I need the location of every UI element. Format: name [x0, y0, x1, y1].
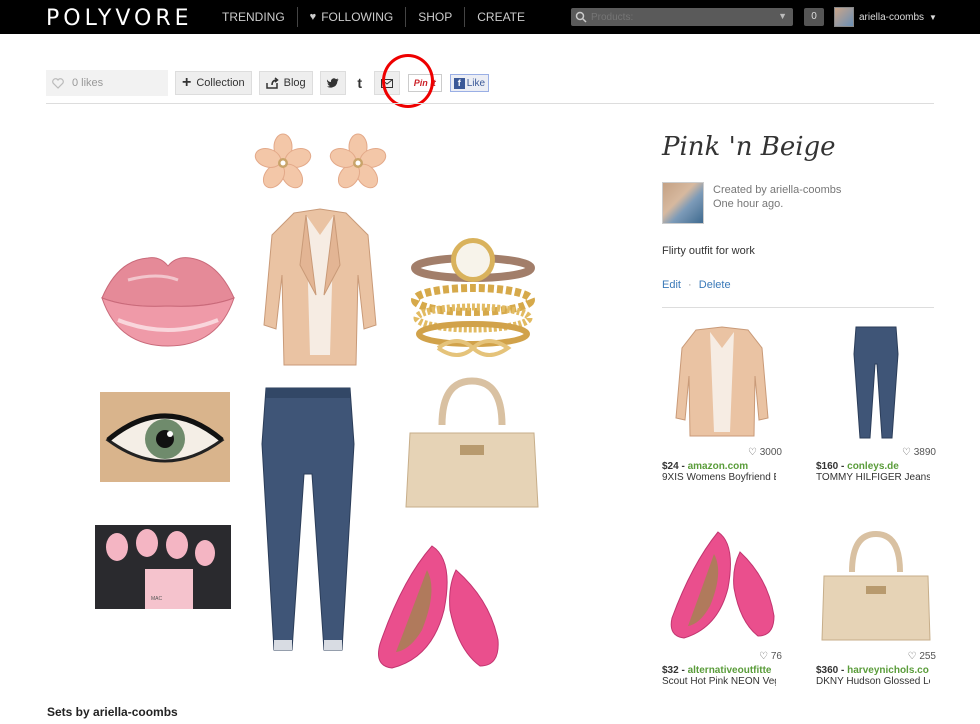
store-name: amazon.com	[687, 461, 749, 472]
like-button[interactable]: 0 likes	[46, 70, 168, 96]
product-like-count: 3000	[759, 447, 782, 458]
store-name: alternativeoutfitte	[687, 665, 772, 676]
action-bar: 0 likes + Collection Blog t Pin it f Lik…	[46, 70, 490, 96]
chevron-down-icon[interactable]: ▼	[778, 11, 787, 21]
product-image-jeans	[853, 326, 899, 439]
product-like-count: 76	[770, 651, 782, 662]
created-time: One hour ago.	[713, 198, 784, 210]
nav-following[interactable]: ♥ FOLLOWING	[298, 7, 407, 27]
edit-link[interactable]: Edit	[662, 279, 681, 291]
store-name: harveynichols.co	[847, 665, 929, 676]
product-name[interactable]: Scout Hot Pink NEON Veg	[662, 676, 776, 687]
plus-icon: +	[182, 74, 192, 91]
watch-bracelet-image	[411, 238, 535, 357]
product-name[interactable]: TOMMY HILFIGER Jeans	[816, 472, 930, 483]
notification-counter[interactable]: 0	[804, 8, 824, 26]
nav-shop-label: SHOP	[418, 10, 453, 24]
svg-text:MAC: MAC	[151, 596, 163, 602]
product-card[interactable]: ♡ 255 $360 - harveynichols.co DKNY Hudso…	[816, 528, 936, 687]
store-name: conleys.de	[847, 461, 899, 472]
nail-polish-image: MAC	[95, 525, 231, 609]
flower-earrings-image	[254, 133, 387, 189]
pink-flats-image	[378, 545, 499, 669]
email-share-button[interactable]	[373, 71, 400, 95]
product-likes[interactable]: ♡ 76	[662, 651, 782, 665]
product-like-count: 255	[919, 651, 936, 662]
nav-trending[interactable]: TRENDING	[210, 7, 298, 27]
tumblr-icon: t	[357, 75, 363, 91]
heart-icon: ♥	[309, 11, 317, 23]
delete-link[interactable]: Delete	[699, 279, 731, 291]
search-box[interactable]: ▼	[571, 8, 793, 26]
set-collage[interactable]: MAC	[90, 120, 560, 680]
set-title: Pink 'n Beige	[662, 132, 836, 162]
product-card[interactable]: ♡ 3890 $160 - conleys.de TOMMY HILFIGER …	[816, 324, 936, 483]
divider	[46, 103, 934, 104]
product-price[interactable]: $160 - conleys.de	[816, 461, 936, 472]
blog-button[interactable]: Blog	[258, 71, 313, 95]
add-to-collection-button[interactable]: + Collection	[175, 71, 252, 95]
avatar	[834, 7, 854, 27]
facebook-icon: f	[453, 77, 465, 89]
edit-links: Edit · Delete	[662, 279, 731, 291]
polyvore-logo[interactable]: POLYVORE	[46, 6, 193, 31]
tumblr-share-button[interactable]: t	[350, 71, 370, 95]
blog-label: Blog	[283, 77, 306, 89]
creator-avatar[interactable]	[662, 182, 704, 224]
product-image-handbag	[821, 530, 931, 641]
product-likes[interactable]: ♡ 3000	[662, 447, 782, 461]
product-price[interactable]: $24 - amazon.com	[662, 461, 782, 472]
eye-makeup-image	[100, 392, 230, 482]
lipgloss-image	[101, 257, 235, 347]
nav-trending-label: TRENDING	[222, 10, 285, 24]
product-name[interactable]: 9XIS Womens Boyfriend E	[662, 472, 776, 483]
username: ariella-coombs	[859, 11, 925, 23]
product-likes[interactable]: ♡ 255	[816, 651, 936, 665]
product-like-count: 3890	[913, 447, 936, 458]
created-info: Created by ariella-coombs One hour ago.	[713, 183, 841, 211]
set-description: Flirty outfit for work	[662, 245, 755, 257]
link-separator: ·	[688, 279, 692, 291]
facebook-like-button[interactable]: f Like	[449, 74, 490, 92]
nav-following-label: FOLLOWING	[321, 10, 394, 24]
pin-it-button[interactable]: Pin it	[407, 74, 442, 92]
nav-create[interactable]: CREATE	[465, 7, 537, 27]
nav-create-label: CREATE	[477, 10, 526, 24]
sets-by-heading: Sets by ariella-coombs	[47, 705, 178, 719]
heart-icon	[52, 77, 64, 89]
twitter-icon	[326, 78, 339, 88]
mail-icon	[380, 78, 393, 88]
main-nav: TRENDING ♥ FOLLOWING SHOP CREATE	[210, 0, 537, 34]
product-card[interactable]: ♡ 3000 $24 - amazon.com 9XIS Womens Boyf…	[662, 324, 782, 483]
product-likes[interactable]: ♡ 3890	[816, 447, 936, 461]
product-price[interactable]: $32 - alternativeoutfitte	[662, 665, 782, 676]
price-value: $24	[662, 461, 679, 472]
likes-count: 0 likes	[72, 77, 104, 89]
price-value: $160	[816, 461, 839, 472]
jeans-image	[261, 387, 355, 651]
divider	[662, 307, 934, 308]
created-by-text[interactable]: Created by ariella-coombs	[713, 183, 841, 197]
blazer-image	[263, 208, 377, 366]
facebook-like-label: Like	[466, 77, 486, 89]
price-value: $32	[662, 665, 679, 676]
collection-label: Collection	[196, 77, 245, 89]
product-card[interactable]: ♡ 76 $32 - alternativeoutfitte Scout Hot…	[662, 528, 782, 687]
product-image-pink-flats	[670, 531, 775, 639]
user-menu[interactable]: ariella-coombs ▼	[834, 7, 937, 27]
share-icon	[265, 77, 279, 89]
handbag-image	[405, 377, 539, 508]
nav-shop[interactable]: SHOP	[406, 7, 466, 27]
search-icon	[575, 11, 587, 23]
search-input[interactable]	[591, 11, 781, 23]
chevron-down-icon: ▼	[929, 12, 937, 22]
product-image-blazer	[675, 326, 769, 437]
price-value: $360	[816, 665, 839, 676]
top-nav-bar: POLYVORE TRENDING ♥ FOLLOWING SHOP CREATE…	[0, 0, 980, 34]
product-name[interactable]: DKNY Hudson Glossed Le	[816, 676, 930, 687]
product-price[interactable]: $360 - harveynichols.co	[816, 665, 936, 676]
twitter-share-button[interactable]	[319, 71, 346, 95]
